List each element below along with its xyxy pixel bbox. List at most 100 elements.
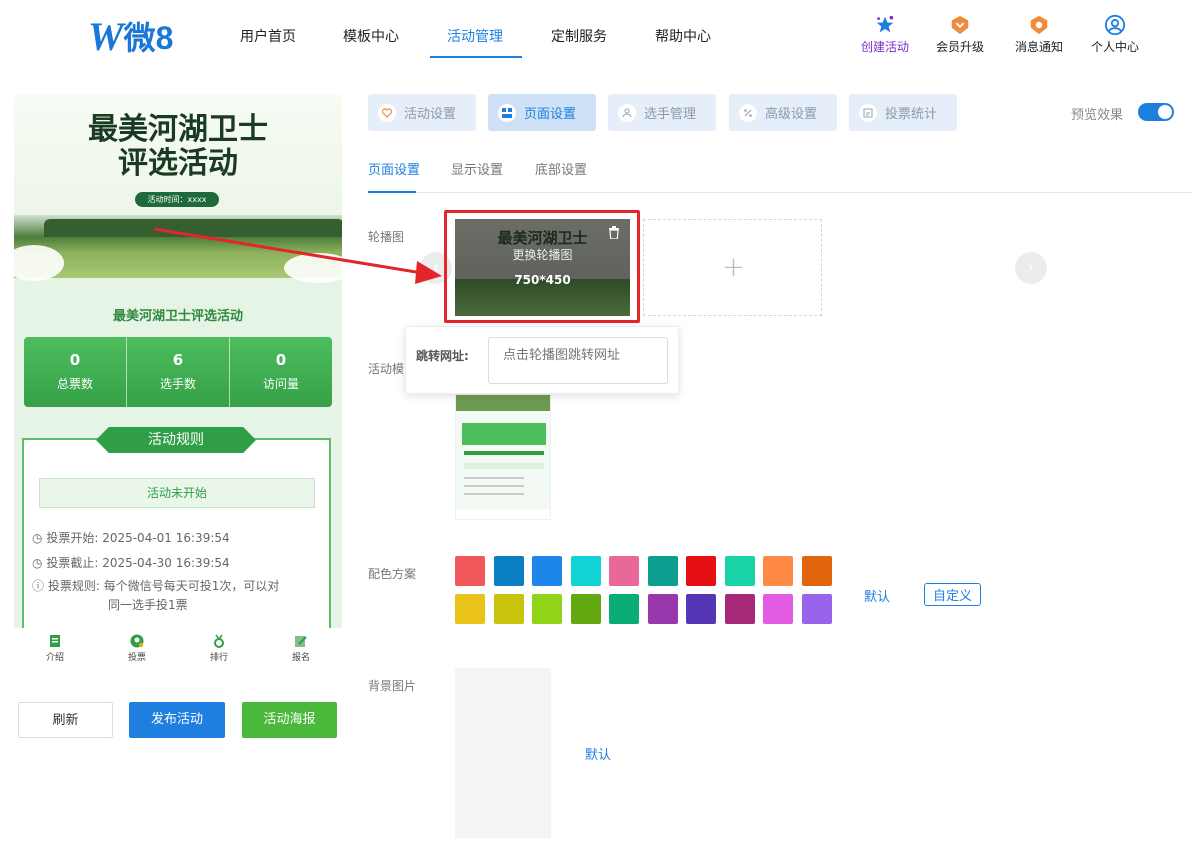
tab-label: 排行: [209, 653, 228, 663]
notifications-label: 消息通知: [1014, 40, 1063, 54]
nav-templates[interactable]: 模板中心: [343, 26, 399, 46]
color-swatch[interactable]: [763, 594, 793, 624]
nav-custom-service[interactable]: 定制服务: [551, 26, 607, 46]
rule-vote-policy: ⓘ 投票规则: 每个微信号每天可投1次，可以对: [32, 577, 279, 594]
stat-value: 0: [275, 351, 287, 369]
tab-ranking[interactable]: 排行: [178, 628, 260, 670]
tab-contestant-manage[interactable]: 选手管理: [608, 94, 716, 131]
rules-title: 活动规则: [96, 427, 256, 453]
nav-activity-manage[interactable]: 活动管理: [447, 26, 503, 46]
color-swatch[interactable]: [570, 556, 601, 586]
color-custom-button[interactable]: 自定义: [924, 583, 982, 606]
jump-url-label: 跳转网址:: [416, 349, 469, 363]
create-activity-button[interactable]: 创建活动: [845, 14, 925, 55]
jump-url-input[interactable]: [488, 337, 668, 384]
stat-contestants: 6 选手数: [127, 337, 230, 407]
color-swatch[interactable]: [609, 556, 639, 586]
logo-text: 微8: [123, 20, 174, 56]
tab-label: 页面设置: [524, 107, 577, 122]
info-icon: ⓘ: [32, 579, 45, 593]
tab-activity-settings[interactable]: 活动设置: [368, 94, 476, 131]
preview-toggle[interactable]: [1138, 103, 1174, 121]
color-swatch[interactable]: [686, 594, 716, 624]
color-swatch[interactable]: [647, 594, 678, 624]
color-swatch[interactable]: [609, 594, 639, 624]
nav-help[interactable]: 帮助中心: [655, 26, 711, 46]
publish-activity-button[interactable]: 发布活动: [129, 702, 225, 738]
bg-default-button[interactable]: 默认: [585, 744, 611, 763]
chart-icon: [859, 103, 877, 122]
add-carousel-button[interactable]: +: [643, 219, 822, 316]
subtab-footer-settings[interactable]: 底部设置: [535, 159, 587, 178]
clock-icon: ◷: [32, 531, 43, 545]
color-swatch[interactable]: [686, 556, 716, 586]
subtab-page-settings[interactable]: 页面设置: [368, 159, 420, 178]
vip-upgrade-label: 会员升级: [935, 40, 984, 54]
color-swatch[interactable]: [647, 556, 678, 586]
subtab-active-indicator: [368, 191, 416, 193]
profile-button[interactable]: 个人中心: [1075, 14, 1155, 55]
color-swatch[interactable]: [724, 556, 755, 586]
nav-home[interactable]: 用户首页: [240, 26, 296, 46]
annotation-arrow-icon: [153, 227, 442, 284]
clock-icon: ◷: [32, 556, 43, 570]
color-swatch[interactable]: [763, 556, 793, 586]
tab-label: 报名: [291, 653, 310, 663]
thumb-tabbar: [456, 509, 550, 519]
color-swatch[interactable]: [801, 594, 832, 624]
thumb-banner: [456, 395, 550, 411]
color-scheme-label: 配色方案: [368, 567, 417, 581]
subtab-divider: [368, 192, 1192, 193]
color-swatch[interactable]: [493, 556, 524, 586]
activity-name: 最美河湖卫士评选活动: [112, 309, 243, 324]
user-group-icon: [618, 103, 636, 122]
banner-title: 最美河湖卫士 评选活动: [14, 113, 342, 181]
banner-title-line1: 最美河湖卫士: [88, 112, 268, 147]
color-swatch[interactable]: [455, 594, 485, 624]
notifications-button[interactable]: 消息通知: [999, 14, 1079, 55]
tab-page-settings[interactable]: 页面设置: [488, 94, 596, 131]
stat-value: 0: [69, 351, 81, 369]
thumb-line: [464, 485, 524, 487]
vote-icon: [130, 634, 144, 648]
vip-upgrade-button[interactable]: 会员升级: [920, 14, 1000, 55]
rules-status: 活动未开始: [39, 478, 315, 508]
color-swatch[interactable]: [724, 594, 755, 624]
plus-icon: +: [721, 250, 746, 283]
template-thumbnail[interactable]: [455, 394, 551, 520]
medal-icon: [214, 634, 224, 648]
color-swatch[interactable]: [455, 556, 485, 586]
refresh-button[interactable]: 刷新: [18, 702, 113, 738]
layout-icon: [498, 103, 516, 122]
rule-value: 2025-04-01 16:39:54: [102, 531, 230, 545]
stars-icon: [876, 15, 894, 33]
color-swatch[interactable]: [570, 594, 601, 624]
tab-vote[interactable]: 投票: [96, 628, 178, 670]
tab-intro[interactable]: 介绍: [14, 628, 96, 670]
tab-label: 投票: [127, 653, 146, 663]
template-label: 活动模: [368, 362, 405, 376]
document-icon: [50, 635, 60, 647]
color-swatch[interactable]: [532, 594, 562, 624]
stat-total-votes: 0 总票数: [24, 337, 127, 407]
tab-label: 介绍: [45, 653, 64, 663]
stat-value: 6: [172, 351, 184, 369]
color-swatch[interactable]: [801, 556, 832, 586]
carousel-next-button[interactable]: ›: [1015, 252, 1047, 284]
bell-badge-icon: [1030, 15, 1048, 35]
logo[interactable]: W 微8: [88, 14, 188, 59]
color-swatch[interactable]: [493, 594, 524, 624]
create-activity-label: 创建活动: [860, 40, 909, 54]
tab-vote-stats[interactable]: 投票统计: [849, 94, 957, 131]
thumb-rules-head: [464, 451, 544, 455]
activity-poster-button[interactable]: 活动海报: [242, 702, 337, 738]
rule-label: 投票截止:: [46, 556, 99, 570]
tab-signup[interactable]: 报名: [260, 628, 342, 670]
stat-visits: 0 访问量: [230, 337, 332, 407]
thumb-status: [464, 463, 544, 469]
tab-advanced-settings[interactable]: 高级设置: [729, 94, 837, 131]
color-default-button[interactable]: 默认: [864, 586, 890, 605]
subtab-display-settings[interactable]: 显示设置: [451, 159, 503, 178]
bg-image-preview[interactable]: [455, 668, 551, 838]
color-swatch[interactable]: [532, 556, 562, 586]
